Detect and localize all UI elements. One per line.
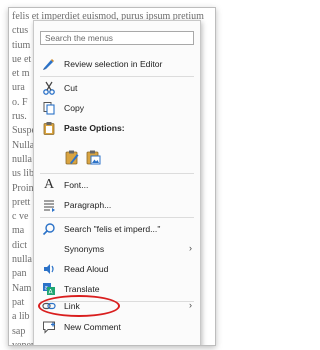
- copy-item[interactable]: Copy: [34, 99, 200, 117]
- font-icon: A: [43, 177, 55, 192]
- cut-label: Cut: [64, 83, 78, 93]
- translate-label: Translate: [64, 284, 100, 294]
- separator: [40, 217, 194, 218]
- paste-options-header: Paste Options:: [34, 119, 200, 137]
- paste-picture-icon[interactable]: [85, 149, 101, 165]
- synonyms-label: Synonyms: [64, 244, 105, 254]
- paragraph-label: Paragraph...: [64, 200, 112, 210]
- font-label: Font...: [64, 180, 89, 190]
- cut-item[interactable]: Cut: [34, 79, 200, 97]
- separator: [40, 173, 194, 174]
- search-icon: [42, 222, 56, 236]
- copy-icon: [42, 101, 56, 115]
- translate-icon: aA: [42, 282, 56, 296]
- separator: [40, 76, 194, 77]
- copy-label: Copy: [64, 103, 85, 113]
- review-selection-label: Review selection in Editor: [64, 59, 163, 69]
- comment-icon: [42, 320, 56, 334]
- context-menu: Search the menus Review selection in Edi…: [33, 20, 201, 345]
- paste-options-label: Paste Options:: [64, 123, 125, 133]
- new-comment-item[interactable]: New Comment: [34, 318, 200, 336]
- synonyms-item[interactable]: Synonyms ›: [34, 240, 200, 258]
- font-item[interactable]: A Font...: [34, 176, 200, 194]
- read-aloud-icon: [42, 262, 56, 276]
- review-selection-item[interactable]: Review selection in Editor: [34, 55, 200, 73]
- link-label: Link: [64, 301, 80, 311]
- translate-item[interactable]: aA Translate: [34, 280, 200, 298]
- submenu-arrow-icon: ›: [189, 243, 192, 253]
- screenshot-frame: felis et imperdiet euismod, purus ipsum …: [8, 7, 216, 346]
- search-label: Search "felis et imperd...": [64, 224, 161, 234]
- paragraph-icon: [42, 198, 56, 212]
- editor-pen-icon: [42, 57, 56, 71]
- search-menus-input[interactable]: Search the menus: [40, 31, 194, 45]
- link-icon: [42, 299, 56, 313]
- submenu-arrow-icon: ›: [189, 300, 192, 310]
- clipboard-icon: [42, 121, 56, 135]
- search-item[interactable]: Search "felis et imperd...": [34, 220, 200, 238]
- read-aloud-item[interactable]: Read Aloud: [34, 260, 200, 278]
- paste-keep-formatting-icon[interactable]: [64, 149, 80, 165]
- paste-options-row: [64, 149, 101, 165]
- read-aloud-label: Read Aloud: [64, 264, 109, 274]
- link-item[interactable]: Link ›: [34, 297, 200, 315]
- scissors-icon: [42, 81, 56, 95]
- paragraph-item[interactable]: Paragraph...: [34, 196, 200, 214]
- new-comment-label: New Comment: [64, 322, 121, 332]
- synonyms-icon: [42, 242, 56, 256]
